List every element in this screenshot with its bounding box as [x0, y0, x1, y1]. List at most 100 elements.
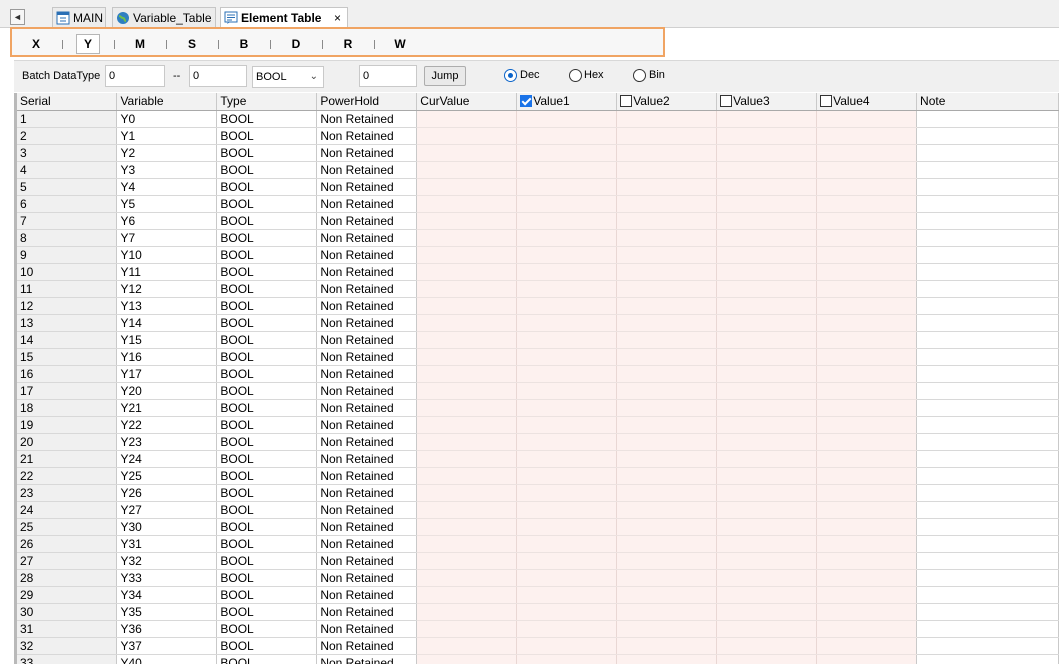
type-cell[interactable]: BOOL: [216, 246, 318, 264]
variable-cell[interactable]: Y3: [116, 161, 218, 179]
value4-cell[interactable]: [816, 518, 918, 536]
batch-type-select[interactable]: BOOL ⌄: [252, 66, 324, 88]
value2-cell[interactable]: [616, 178, 718, 196]
table-row[interactable]: 32 Y37 BOOL Non Retained: [17, 637, 1059, 655]
type-cell[interactable]: BOOL: [216, 331, 318, 349]
value2-cell[interactable]: [616, 280, 718, 298]
value4-cell[interactable]: [816, 212, 918, 230]
table-row[interactable]: 8 Y7 BOOL Non Retained: [17, 229, 1059, 247]
type-cell[interactable]: BOOL: [216, 654, 318, 664]
type-cell[interactable]: BOOL: [216, 433, 318, 451]
powerhold-cell[interactable]: Non Retained: [316, 178, 418, 196]
powerhold-cell[interactable]: Non Retained: [316, 620, 418, 638]
value1-cell[interactable]: [516, 195, 618, 213]
table-row[interactable]: 2 Y1 BOOL Non Retained: [17, 127, 1059, 145]
value1-cell[interactable]: [516, 178, 618, 196]
table-row[interactable]: 29 Y34 BOOL Non Retained: [17, 586, 1059, 604]
radio-hex[interactable]: [569, 69, 582, 82]
note-cell[interactable]: [916, 637, 1059, 655]
value4-cell[interactable]: [816, 331, 918, 349]
table-row[interactable]: 12 Y13 BOOL Non Retained: [17, 297, 1059, 315]
device-button-r[interactable]: R: [336, 34, 360, 54]
value2-cell[interactable]: [616, 263, 718, 281]
value1-cell[interactable]: [516, 484, 618, 502]
note-cell[interactable]: [916, 127, 1059, 145]
note-cell[interactable]: [916, 246, 1059, 264]
type-cell[interactable]: BOOL: [216, 178, 318, 196]
powerhold-cell[interactable]: Non Retained: [316, 569, 418, 587]
note-cell[interactable]: [916, 297, 1059, 315]
table-row[interactable]: 9 Y10 BOOL Non Retained: [17, 246, 1059, 264]
curvalue-cell[interactable]: [416, 586, 518, 604]
note-cell[interactable]: [916, 382, 1059, 400]
value3-cell[interactable]: [716, 314, 818, 332]
powerhold-cell[interactable]: Non Retained: [316, 195, 418, 213]
type-cell[interactable]: BOOL: [216, 110, 318, 128]
table-row[interactable]: 1 Y0 BOOL Non Retained: [17, 110, 1059, 128]
curvalue-cell[interactable]: [416, 416, 518, 434]
value1-cell[interactable]: [516, 212, 618, 230]
value2-checkbox[interactable]: [620, 95, 633, 108]
radio-dec[interactable]: [504, 69, 517, 82]
note-cell[interactable]: [916, 314, 1059, 332]
table-row[interactable]: 11 Y12 BOOL Non Retained: [17, 280, 1059, 298]
powerhold-cell[interactable]: Non Retained: [316, 484, 418, 502]
powerhold-cell[interactable]: Non Retained: [316, 348, 418, 366]
value2-cell[interactable]: [616, 586, 718, 604]
value1-checkbox[interactable]: [520, 95, 533, 108]
close-icon[interactable]: ×: [334, 8, 341, 28]
type-cell[interactable]: BOOL: [216, 518, 318, 536]
value2-cell[interactable]: [616, 331, 718, 349]
value1-cell[interactable]: [516, 229, 618, 247]
value2-cell[interactable]: [616, 314, 718, 332]
value1-cell[interactable]: [516, 297, 618, 315]
powerhold-cell[interactable]: Non Retained: [316, 433, 418, 451]
variable-cell[interactable]: Y25: [116, 467, 218, 485]
value2-cell[interactable]: [616, 654, 718, 664]
value3-cell[interactable]: [716, 331, 818, 349]
type-cell[interactable]: BOOL: [216, 535, 318, 553]
powerhold-cell[interactable]: Non Retained: [316, 382, 418, 400]
variable-cell[interactable]: Y21: [116, 399, 218, 417]
table-row[interactable]: 5 Y4 BOOL Non Retained: [17, 178, 1059, 196]
value4-cell[interactable]: [816, 467, 918, 485]
type-cell[interactable]: BOOL: [216, 416, 318, 434]
powerhold-cell[interactable]: Non Retained: [316, 331, 418, 349]
value4-cell[interactable]: [816, 654, 918, 664]
variable-cell[interactable]: Y32: [116, 552, 218, 570]
value3-cell[interactable]: [716, 501, 818, 519]
value4-cell[interactable]: [816, 535, 918, 553]
powerhold-cell[interactable]: Non Retained: [316, 110, 418, 128]
value4-cell[interactable]: [816, 246, 918, 264]
note-cell[interactable]: [916, 110, 1059, 128]
value2-cell[interactable]: [616, 620, 718, 638]
value2-cell[interactable]: [616, 161, 718, 179]
value2-cell[interactable]: [616, 382, 718, 400]
type-cell[interactable]: BOOL: [216, 280, 318, 298]
curvalue-cell[interactable]: [416, 467, 518, 485]
note-cell[interactable]: [916, 178, 1059, 196]
type-cell[interactable]: BOOL: [216, 212, 318, 230]
value3-cell[interactable]: [716, 654, 818, 664]
powerhold-cell[interactable]: Non Retained: [316, 450, 418, 468]
note-cell[interactable]: [916, 484, 1059, 502]
variable-cell[interactable]: Y5: [116, 195, 218, 213]
type-cell[interactable]: BOOL: [216, 348, 318, 366]
value1-cell[interactable]: [516, 314, 618, 332]
powerhold-cell[interactable]: Non Retained: [316, 127, 418, 145]
value2-cell[interactable]: [616, 399, 718, 417]
value1-cell[interactable]: [516, 467, 618, 485]
value3-cell[interactable]: [716, 484, 818, 502]
curvalue-cell[interactable]: [416, 212, 518, 230]
value2-cell[interactable]: [616, 501, 718, 519]
powerhold-cell[interactable]: Non Retained: [316, 501, 418, 519]
powerhold-cell[interactable]: Non Retained: [316, 365, 418, 383]
value1-cell[interactable]: [516, 127, 618, 145]
value3-cell[interactable]: [716, 280, 818, 298]
powerhold-cell[interactable]: Non Retained: [316, 161, 418, 179]
value4-cell[interactable]: [816, 195, 918, 213]
value1-cell[interactable]: [516, 399, 618, 417]
value2-cell[interactable]: [616, 433, 718, 451]
note-cell[interactable]: [916, 161, 1059, 179]
value2-cell[interactable]: [616, 535, 718, 553]
